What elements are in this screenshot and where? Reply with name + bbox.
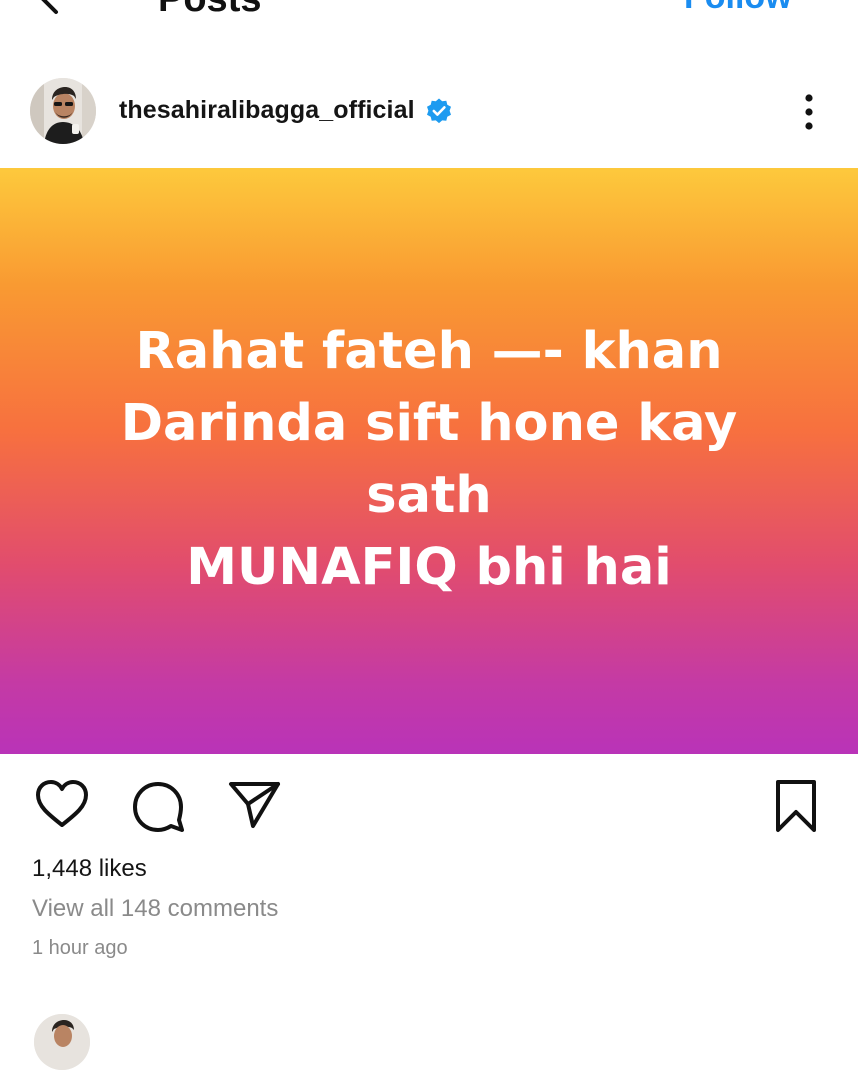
username-row: thesahiralibagga_official	[119, 96, 453, 125]
action-bar	[0, 772, 858, 836]
page-title: Posts	[158, 0, 261, 21]
top-bar: Posts Follow	[0, 0, 858, 30]
avatar-image	[30, 78, 96, 144]
post-image[interactable]: Rahat fateh —- khan Darinda sift hone ka…	[0, 168, 858, 754]
post-timestamp: 1 hour ago	[32, 937, 128, 959]
avatar[interactable]	[30, 78, 96, 144]
view-comments-link[interactable]: View all 148 comments	[32, 895, 278, 923]
more-vertical-icon[interactable]	[794, 92, 824, 132]
heart-icon[interactable]	[34, 778, 90, 830]
post-image-text: Rahat fateh —- khan Darinda sift hone ka…	[0, 316, 858, 604]
post-text-line: Rahat fateh —- khan	[135, 322, 723, 381]
post-text-line: Darinda sift hone kay	[120, 394, 738, 453]
post-header: thesahiralibagga_official	[0, 76, 858, 148]
follow-button[interactable]: Follow	[684, 0, 792, 17]
next-post-avatar[interactable]	[34, 1014, 90, 1070]
send-icon[interactable]	[227, 778, 283, 830]
verified-badge-icon	[426, 98, 451, 123]
back-arrow-icon[interactable]	[22, 0, 70, 18]
bookmark-icon[interactable]	[770, 778, 822, 834]
likes-count[interactable]: 1,448 likes	[32, 855, 147, 883]
username[interactable]: thesahiralibagga_official	[119, 96, 415, 125]
avatar-image	[34, 1014, 90, 1070]
comment-icon[interactable]	[131, 778, 187, 834]
post-text-line: sath	[366, 466, 492, 525]
post-text-line: MUNAFIQ bhi hai	[186, 538, 672, 597]
